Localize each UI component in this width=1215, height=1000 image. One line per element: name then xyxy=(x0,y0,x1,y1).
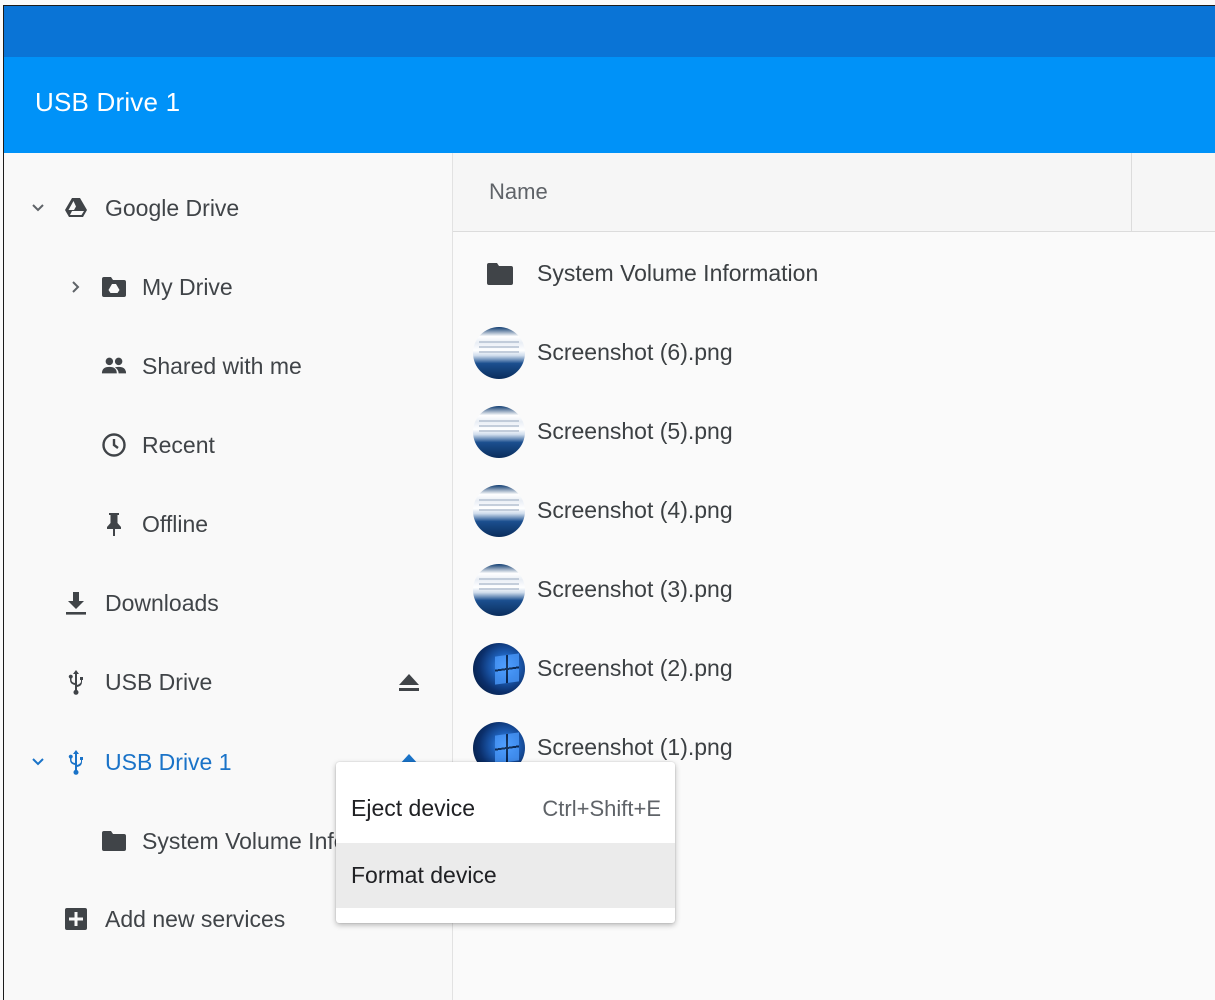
sidebar-item-label: Google Drive xyxy=(105,194,240,221)
sidebar-item-label: System Volume Information xyxy=(142,827,338,854)
sidebar-item-my-drive[interactable]: My Drive xyxy=(4,261,452,313)
sidebar-item-recent[interactable]: Recent xyxy=(4,419,452,471)
sidebar-item-label: Add new services xyxy=(105,905,286,932)
add-box-icon xyxy=(63,906,89,932)
download-icon xyxy=(63,590,89,616)
sidebar-item-label: My Drive xyxy=(142,273,233,300)
menu-item-format-device[interactable]: Format device xyxy=(336,843,675,908)
sidebar-item-label: Downloads xyxy=(105,589,219,616)
usb-icon xyxy=(63,669,89,695)
menu-item-label: Format device xyxy=(351,862,497,888)
column-header-name[interactable]: Name xyxy=(489,179,548,205)
eject-icon[interactable] xyxy=(396,669,422,695)
column-header: Name xyxy=(453,153,1215,232)
clock-icon xyxy=(101,432,127,458)
file-name: Screenshot (4).png xyxy=(537,497,733,523)
file-name: Screenshot (6).png xyxy=(537,339,733,365)
menu-item-shortcut: Ctrl+Shift+E xyxy=(542,795,661,821)
file-name: Screenshot (5).png xyxy=(537,418,733,444)
sidebar-item-label: Shared with me xyxy=(142,352,302,379)
usb-icon xyxy=(63,749,89,775)
file-name: Screenshot (3).png xyxy=(537,576,733,602)
sidebar-item-label: Recent xyxy=(142,431,215,458)
chevron-down-icon[interactable] xyxy=(30,754,46,770)
file-row[interactable]: Screenshot (5).png xyxy=(453,392,1215,471)
column-divider[interactable] xyxy=(1131,153,1132,231)
file-row[interactable]: Screenshot (3).png xyxy=(453,550,1215,629)
page-title: USB Drive 1 xyxy=(35,87,181,117)
sidebar-item-google-drive[interactable]: Google Drive xyxy=(4,182,452,234)
file-row[interactable]: Screenshot (2).png xyxy=(453,629,1215,708)
people-icon xyxy=(101,353,127,379)
context-menu: Eject device Ctrl+Shift+E Format device xyxy=(336,762,675,923)
google-drive-icon xyxy=(63,195,89,221)
file-row[interactable]: Screenshot (6).png xyxy=(453,313,1215,392)
window-title-bar[interactable] xyxy=(4,6,1215,57)
chevron-right-icon[interactable] xyxy=(68,279,84,295)
image-thumbnail xyxy=(473,405,525,458)
image-thumbnail xyxy=(473,563,525,616)
sidebar-item-label: Offline xyxy=(142,510,209,537)
image-thumbnail xyxy=(473,484,525,537)
image-thumbnail xyxy=(473,326,525,379)
chevron-down-icon[interactable] xyxy=(30,200,46,216)
app-header: USB Drive 1 xyxy=(4,57,1215,153)
file-row[interactable]: System Volume Information xyxy=(453,234,1215,313)
sidebar-item-usb-drive[interactable]: USB Drive xyxy=(4,656,452,708)
file-row[interactable]: Screenshot (4).png xyxy=(453,471,1215,550)
menu-item-eject-device[interactable]: Eject device Ctrl+Shift+E xyxy=(336,776,675,841)
file-name: System Volume Information xyxy=(537,260,819,286)
file-name: Screenshot (2).png xyxy=(537,655,733,681)
image-thumbnail xyxy=(473,642,525,695)
sidebar-item-label: USB Drive 1 xyxy=(105,748,232,775)
folder-icon xyxy=(101,828,127,854)
sidebar-item-label: USB Drive xyxy=(105,668,213,695)
pin-icon xyxy=(101,511,127,537)
sidebar-item-downloads[interactable]: Downloads xyxy=(4,577,452,629)
sidebar-item-offline[interactable]: Offline xyxy=(4,498,452,550)
folder-icon xyxy=(486,262,514,286)
menu-item-label: Eject device xyxy=(351,795,476,821)
sidebar-item-shared-with-me[interactable]: Shared with me xyxy=(4,340,452,392)
file-name: Screenshot (1).png xyxy=(537,734,733,760)
my-drive-folder-icon xyxy=(101,274,127,300)
